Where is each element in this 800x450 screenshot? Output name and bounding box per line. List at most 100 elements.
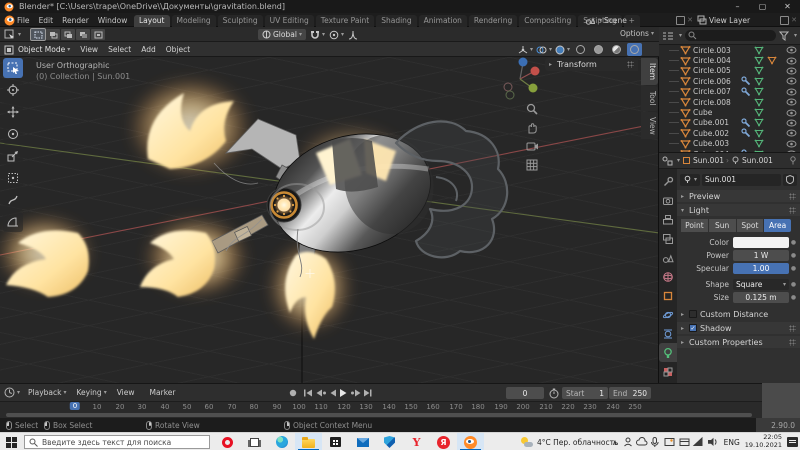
maximize-button[interactable]: ▢ xyxy=(750,0,775,13)
frame-start-field[interactable]: Start 1 xyxy=(562,387,608,399)
menu-item[interactable]: File xyxy=(17,16,30,25)
language-indicator[interactable]: ENG xyxy=(724,438,740,447)
preview-panel-header[interactable]: ▸ Preview xyxy=(677,190,800,202)
filter-icon[interactable] xyxy=(778,31,789,41)
yandex[interactable]: Y xyxy=(403,433,430,450)
store[interactable] xyxy=(322,433,349,450)
scene-selector[interactable]: ▾ Scene ✕ xyxy=(585,14,693,26)
properties-editor-icon[interactable] xyxy=(662,156,673,166)
start-button[interactable] xyxy=(6,437,17,448)
weather-widget[interactable]: 4°C Пер. облачность xyxy=(520,433,618,450)
extra-data-icon[interactable] xyxy=(765,56,778,65)
xray-toggle-dropdown[interactable]: ▾ xyxy=(555,45,570,55)
mesh-data-icon[interactable] xyxy=(752,118,765,128)
task-view[interactable] xyxy=(241,433,268,450)
select-mode-intersect-button[interactable] xyxy=(91,29,106,40)
zoom-icon[interactable] xyxy=(526,103,538,115)
viewport-canvas[interactable]: User Orthographic (0) Collection | Sun.0… xyxy=(0,57,659,383)
visibility-eye-icon[interactable] xyxy=(785,77,798,85)
outliner-item[interactable]: Cube.001 xyxy=(663,118,800,128)
sidebar-tab[interactable]: Tool xyxy=(641,86,658,111)
frame-tick[interactable]: 150 xyxy=(404,403,417,411)
viewport-menu-item[interactable]: Object xyxy=(166,45,190,54)
tray-chevron-icon[interactable]: ∧ xyxy=(612,438,618,447)
snap-toggle[interactable]: ▾ xyxy=(310,30,325,40)
frame-tick[interactable]: 50 xyxy=(183,403,192,411)
workspace-tab[interactable]: Texture Paint xyxy=(315,15,375,27)
tab-object-data-icon[interactable] xyxy=(659,343,677,362)
timeline-menu-item[interactable]: Marker▾ xyxy=(150,388,181,397)
tab-constraints-icon[interactable] xyxy=(659,324,677,343)
scene-name[interactable]: Scene xyxy=(604,16,627,25)
taskbar-search-input[interactable]: Введите здесь текст для поиска xyxy=(24,435,210,449)
grid-toggle-icon[interactable] xyxy=(526,159,538,171)
mesh-data-icon[interactable] xyxy=(752,56,765,65)
visibility-eye-icon[interactable] xyxy=(785,109,798,117)
timeline-menu-item[interactable]: View▾ xyxy=(117,388,140,397)
select-mode-new-button[interactable] xyxy=(30,28,47,41)
light-type-button[interactable]: Spot xyxy=(736,219,764,232)
id-name-field[interactable]: Sun.001 xyxy=(702,173,781,186)
tab-physics-icon[interactable] xyxy=(659,305,677,324)
options-dropdown[interactable]: Options ▾ xyxy=(620,29,654,38)
frame-tick[interactable]: 200 xyxy=(516,403,529,411)
workspace-tab[interactable]: Modeling xyxy=(171,15,216,27)
tab-world-icon[interactable] xyxy=(659,267,677,286)
select-mode-extend-button[interactable] xyxy=(46,29,61,40)
mesh-data-icon[interactable] xyxy=(752,87,765,96)
taskbar-clock[interactable]: 22:05 19.10.2021 xyxy=(745,433,782,450)
stopwatch-icon[interactable] xyxy=(549,388,559,399)
panel-grip[interactable] xyxy=(627,61,634,68)
workspace-tab[interactable]: Rendering xyxy=(468,15,518,27)
menu-item[interactable]: Window xyxy=(98,16,128,25)
mesh-data-icon[interactable] xyxy=(752,108,765,117)
light-type-dropdown[interactable]: ▾ xyxy=(680,173,701,186)
frame-tick[interactable]: 250 xyxy=(628,403,641,411)
frame-tick[interactable]: 80 xyxy=(250,403,259,411)
custom-distance-panel-header[interactable]: ▸ Custom Distance xyxy=(677,308,800,320)
frame-tick[interactable]: 30 xyxy=(138,403,147,411)
frame-tick[interactable]: 160 xyxy=(426,403,439,411)
timeline-menu-item[interactable]: Keying ▾ xyxy=(77,388,107,397)
shadow-panel-header[interactable]: ▸ ✓ Shadow xyxy=(677,322,800,334)
select-mode-invert-button[interactable] xyxy=(76,29,91,40)
workspace-tab[interactable]: Shading xyxy=(376,15,417,27)
outliner-item[interactable]: Cube.003 xyxy=(663,139,800,149)
modifier-wrench-icon[interactable] xyxy=(739,76,752,86)
frame-tick[interactable]: 240 xyxy=(606,403,619,411)
frame-tick[interactable]: 60 xyxy=(205,403,214,411)
frame-tick[interactable]: 100 xyxy=(292,403,305,411)
breadcrumb-data[interactable]: Sun.001 xyxy=(742,156,773,165)
fake-user-shield-button[interactable] xyxy=(783,173,797,186)
frame-tick[interactable]: 0 xyxy=(69,402,81,410)
modifier-wrench-icon[interactable] xyxy=(739,87,752,97)
shading-wireframe-button[interactable] xyxy=(573,43,588,56)
outliner-item[interactable]: Circle.005 xyxy=(663,66,800,76)
custom-properties-panel-header[interactable]: ▸ Custom Properties xyxy=(677,336,800,348)
frame-tick[interactable]: 110 xyxy=(314,403,327,411)
viewport-menu-item[interactable]: View xyxy=(80,45,98,54)
pin-icon[interactable] xyxy=(789,156,797,165)
frame-tick[interactable]: 170 xyxy=(449,403,462,411)
proportional-falloff-icon[interactable] xyxy=(348,30,358,40)
frame-tick[interactable]: 230 xyxy=(583,403,596,411)
shadow-checkbox[interactable]: ✓ xyxy=(689,324,697,332)
frame-end-field[interactable]: End 250 xyxy=(609,387,651,399)
playback-controls[interactable] xyxy=(288,388,372,398)
shading-material-button[interactable] xyxy=(609,43,624,56)
specular-slider[interactable]: 1.00 xyxy=(733,262,789,274)
mode-dropdown[interactable]: Object Mode ▾ xyxy=(18,45,70,54)
frame-tick[interactable]: 140 xyxy=(382,403,395,411)
tool-measure[interactable] xyxy=(3,212,23,232)
light-type-button[interactable]: Point xyxy=(681,219,708,232)
shape-dropdown[interactable]: Square ▾ xyxy=(733,278,789,290)
workspace-tab[interactable]: Sculpting xyxy=(217,15,263,27)
new-view-layer-icon[interactable] xyxy=(780,15,790,25)
outliner-item[interactable]: Circle.003 xyxy=(663,45,800,55)
outliner-item[interactable]: Cube xyxy=(663,107,800,118)
modifier-wrench-icon[interactable] xyxy=(739,128,752,138)
tab-output-icon[interactable] xyxy=(659,210,677,229)
outliner-search-input[interactable] xyxy=(685,30,776,41)
visibility-eye-icon[interactable] xyxy=(785,57,798,65)
pan-hand-icon[interactable] xyxy=(526,122,538,134)
